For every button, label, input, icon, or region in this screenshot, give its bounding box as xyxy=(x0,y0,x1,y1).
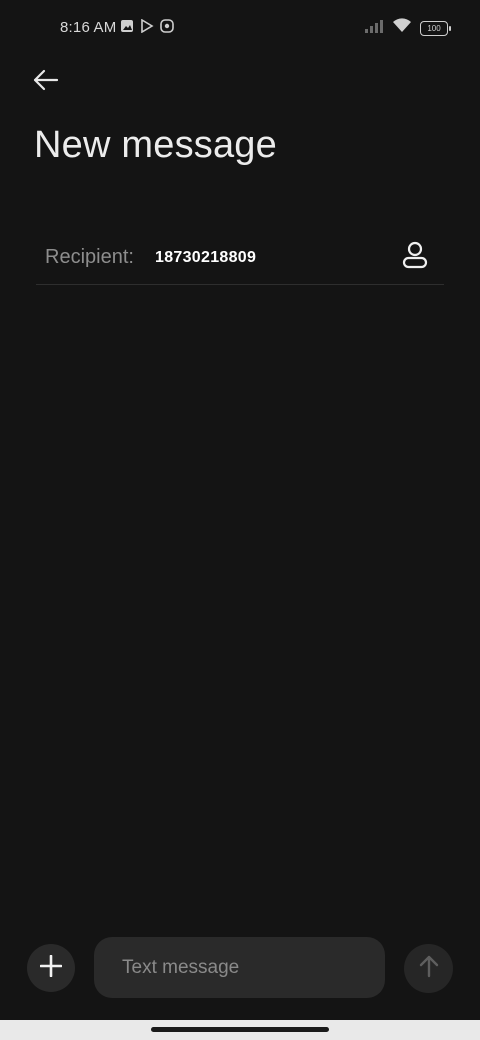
plus-icon xyxy=(39,954,63,982)
battery-icon: 100 xyxy=(420,20,451,36)
arrow-left-icon xyxy=(32,69,60,96)
signal-icon xyxy=(364,19,384,38)
send-button[interactable] xyxy=(404,944,453,993)
recipient-label: Recipient: xyxy=(45,246,134,268)
page-title: New message xyxy=(34,124,277,166)
battery-level: 100 xyxy=(427,23,441,33)
person-icon xyxy=(402,241,428,274)
message-input[interactable] xyxy=(94,937,385,998)
arrow-up-icon xyxy=(418,954,440,983)
attach-button[interactable] xyxy=(27,944,75,992)
play-store-icon xyxy=(140,18,154,38)
recipient-value[interactable]: 18730218809 xyxy=(155,249,256,267)
status-bar: 8:16 AM 100 xyxy=(0,0,480,56)
status-left-icons xyxy=(120,18,174,38)
wifi-icon xyxy=(392,18,412,38)
app-icon xyxy=(160,19,174,38)
new-message-screen: 8:16 AM 100 New message Recipient: 18730… xyxy=(0,0,480,1040)
navigation-bar xyxy=(0,1020,480,1040)
gallery-icon xyxy=(120,19,134,38)
contact-picker-button[interactable] xyxy=(400,241,430,274)
back-button[interactable] xyxy=(28,64,64,100)
status-right-icons: 100 xyxy=(364,18,451,38)
home-indicator[interactable] xyxy=(151,1027,329,1032)
message-composer xyxy=(0,930,480,1006)
status-time: 8:16 AM xyxy=(60,19,117,36)
recipient-row[interactable]: Recipient: 18730218809 xyxy=(36,232,444,285)
